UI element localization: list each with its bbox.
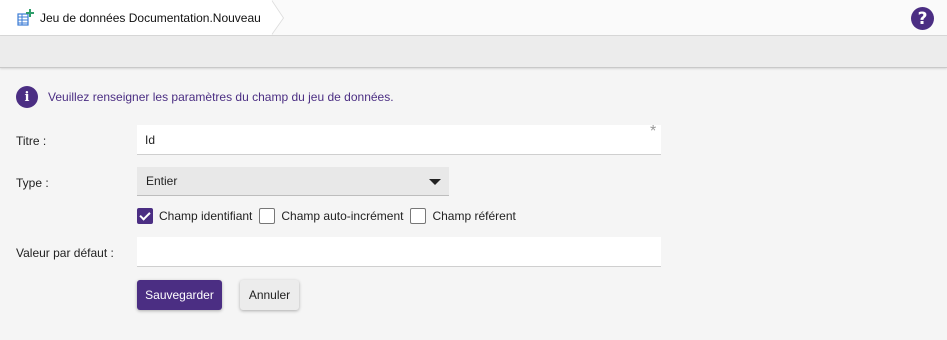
question-circle-icon[interactable]: ?: [911, 7, 934, 30]
breadcrumb[interactable]: Jeu de données Documentation.Nouveau: [0, 0, 284, 35]
checkbox-group: Champ identifiant Champ auto-incrément C…: [137, 208, 523, 224]
required-asterisk: *: [650, 123, 657, 140]
title-input[interactable]: Id: [137, 125, 661, 155]
title-label: Titre :: [16, 134, 47, 148]
breadcrumb-arrow: [270, 0, 283, 35]
default-value-label: Valeur par défaut :: [16, 246, 114, 260]
info-banner: i Veuillez renseigner les paramètres du …: [16, 86, 394, 108]
referent-checkbox[interactable]: [410, 208, 427, 224]
caret-down-icon: [429, 179, 441, 185]
cancel-button[interactable]: Annuler: [240, 280, 299, 310]
info-circle-icon: i: [16, 86, 38, 108]
top-bar: Jeu de données Documentation.Nouveau ?: [0, 0, 947, 36]
type-select-value: Entier: [146, 174, 178, 188]
type-select[interactable]: Entier: [137, 167, 449, 196]
default-value-input[interactable]: [137, 237, 661, 267]
breadcrumb-label: Jeu de données Documentation.Nouveau: [40, 10, 261, 25]
info-message: Veuillez renseigner les paramètres du ch…: [48, 90, 394, 104]
identifier-checkbox-label[interactable]: Champ identifiant: [159, 209, 252, 223]
auto-increment-checkbox[interactable]: [259, 208, 276, 224]
type-label: Type :: [16, 176, 49, 190]
auto-increment-checkbox-label[interactable]: Champ auto-incrément: [281, 209, 403, 223]
toolbar: [0, 36, 947, 68]
save-button[interactable]: Sauvegarder: [137, 280, 222, 310]
add-table-icon: [16, 8, 34, 27]
referent-checkbox-label[interactable]: Champ référent: [432, 209, 515, 223]
identifier-checkbox[interactable]: [137, 208, 153, 224]
title-input-value: Id: [145, 132, 156, 147]
